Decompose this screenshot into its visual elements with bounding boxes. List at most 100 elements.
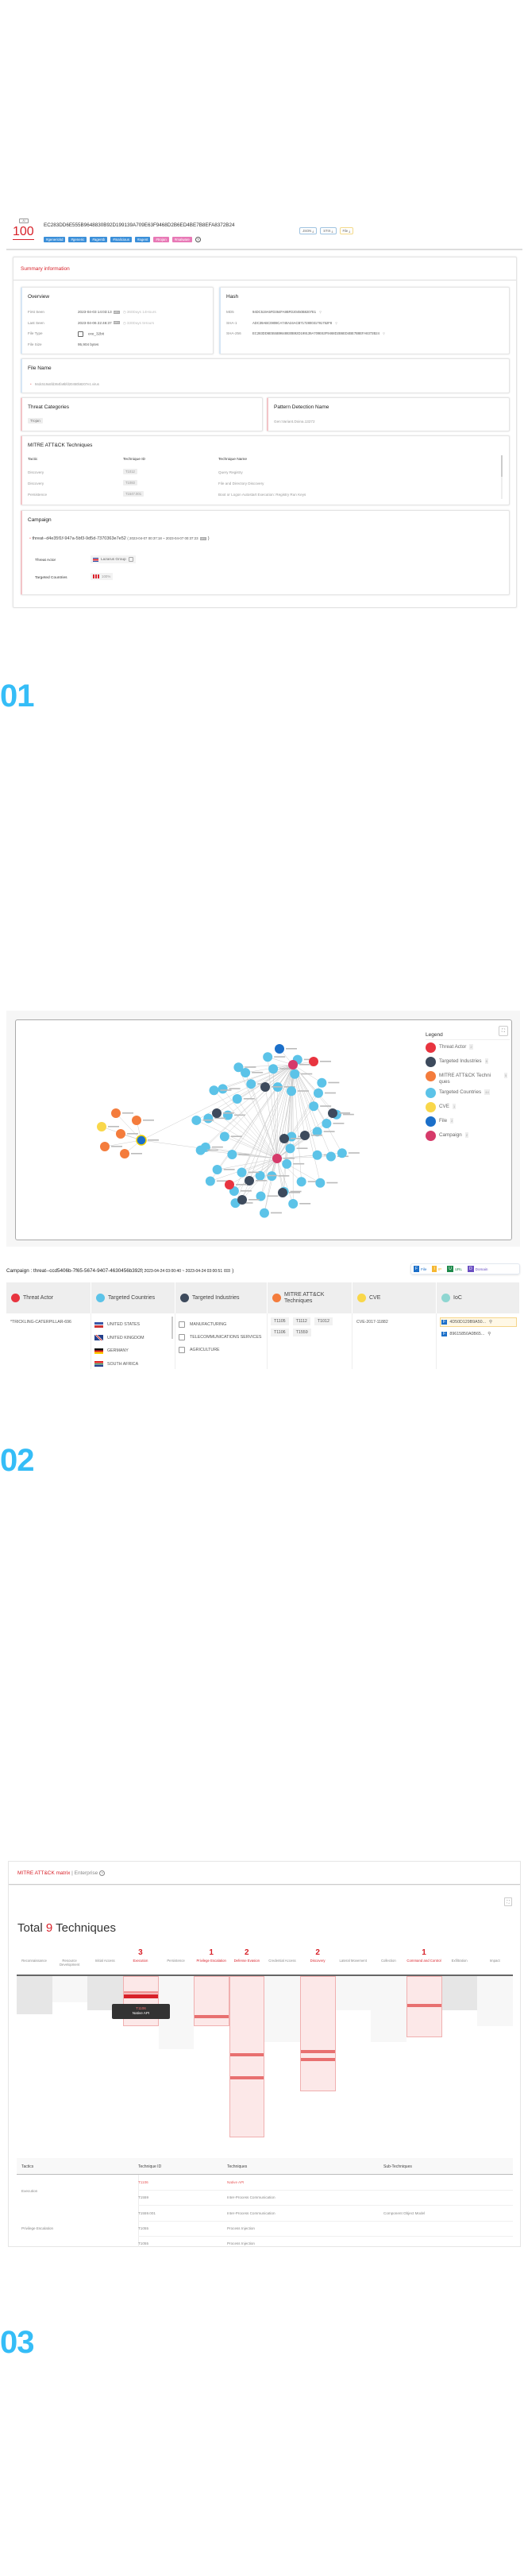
table-id[interactable]: T1055 [138, 2241, 148, 2245]
tag-chip[interactable]: #generic [68, 237, 87, 242]
search-icon[interactable]: ⚲ [487, 1332, 491, 1336]
industry-node[interactable] [300, 1131, 310, 1140]
tactic-column[interactable] [52, 1976, 88, 2002]
country-node[interactable] [337, 1148, 347, 1158]
scrollbar[interactable] [501, 455, 503, 499]
country-node[interactable] [246, 1079, 256, 1089]
country-node[interactable] [282, 1158, 292, 1169]
tactic-label[interactable]: Command and Control [406, 1959, 441, 1963]
country-node[interactable] [317, 1077, 327, 1088]
legend-item[interactable]: Campaign 2 [426, 1131, 511, 1141]
mitre-technique-node[interactable] [111, 1108, 121, 1118]
user-search-icon[interactable] [128, 557, 133, 562]
tactic-label[interactable]: Exfiltration [442, 1959, 477, 1963]
search-icon[interactable]: ⚲ [489, 1320, 492, 1325]
ioc-type-label[interactable]: URL [455, 1267, 462, 1271]
table-id[interactable]: T1559.001 [138, 2211, 156, 2215]
threat-actor-node[interactable] [225, 1180, 234, 1189]
country-node[interactable] [263, 1052, 273, 1062]
legend-item[interactable]: CVE 1 [426, 1102, 511, 1112]
table-id[interactable]: T1106 [138, 2180, 148, 2184]
expand-icon[interactable]: ⛶ [504, 1897, 512, 1906]
campaign-node[interactable] [288, 1060, 298, 1069]
industry-node[interactable] [328, 1108, 337, 1118]
technique-chip[interactable]: T1012 [314, 1317, 333, 1325]
tag-chip[interactable]: #agent [134, 237, 151, 242]
country-node[interactable] [285, 1143, 295, 1154]
industry-item[interactable]: AGRICULTURE [179, 1344, 264, 1356]
download-json-button[interactable]: JSON ⤓ [299, 227, 318, 234]
tag-chip[interactable]: #generickd [44, 237, 66, 242]
industry-node[interactable] [237, 1195, 247, 1205]
legend-item[interactable]: Threat Actor 2 [426, 1042, 511, 1053]
tactic-column[interactable] [441, 1976, 478, 2010]
tactic-label[interactable]: Resource Development [52, 1959, 87, 1967]
legend-item[interactable]: Targeted Industries 8 [426, 1057, 511, 1067]
country-node[interactable] [312, 1150, 322, 1160]
country-node[interactable] [287, 1086, 297, 1097]
country-node[interactable] [315, 1178, 326, 1188]
country-node[interactable] [191, 1115, 202, 1125]
file-node[interactable] [136, 1135, 147, 1146]
tactic-label[interactable]: Credential Access [264, 1959, 299, 1963]
table-id[interactable]: T1559 [138, 2195, 148, 2199]
technique-chip[interactable]: T1559 [292, 1329, 311, 1336]
tag-chip[interactable]: #trojan [153, 237, 169, 242]
country-node[interactable] [195, 1145, 206, 1155]
table-name[interactable]: Native API [227, 2180, 244, 2184]
tactic-label[interactable]: Execution [123, 1959, 158, 1963]
industry-item[interactable]: MANUFACTURING [179, 1318, 264, 1331]
ioc-item[interactable]: F 4D50D129B9A50... ⚲ [440, 1317, 517, 1327]
table-name[interactable]: Process Injection [227, 2226, 255, 2230]
country-node[interactable] [322, 1119, 332, 1129]
tactic-label[interactable]: Initial Access [87, 1959, 122, 1963]
tactic-label[interactable]: Persistence [159, 1959, 194, 1963]
tactic-label[interactable]: Reconnaissance [17, 1959, 52, 1963]
technique-cell[interactable] [123, 1994, 158, 1998]
industry-node[interactable] [260, 1082, 270, 1092]
country-item[interactable]: UNITED KINGDOM [94, 1332, 171, 1345]
cve-value[interactable]: CVE-2017-11882 [356, 1320, 388, 1325]
tactic-column[interactable] [194, 1976, 229, 2026]
technique-cell[interactable] [123, 1991, 158, 1994]
industry-node[interactable] [278, 1188, 287, 1197]
country-node[interactable] [205, 1176, 215, 1186]
country-node[interactable] [268, 1064, 279, 1074]
mitre-technique-id[interactable]: T1083 [123, 480, 137, 486]
table-name[interactable]: Inter-Process Communication [227, 2195, 275, 2199]
file-node[interactable] [275, 1044, 284, 1054]
country-node[interactable] [296, 1177, 306, 1187]
table-name[interactable]: Inter-Process Communication [227, 2211, 275, 2215]
country-node[interactable] [288, 1198, 299, 1209]
tactic-label[interactable]: Impact [477, 1959, 512, 1963]
ioc-type-label[interactable]: Domain [476, 1267, 488, 1271]
ioc-item[interactable]: F 89615850A0B65... ⚲ [440, 1329, 517, 1339]
legend-item[interactable]: File 2 [426, 1116, 511, 1127]
campaign-node[interactable] [272, 1154, 282, 1163]
tactic-label[interactable]: Lateral Movement [336, 1959, 371, 1963]
country-node[interactable] [313, 1088, 323, 1098]
country-node[interactable] [203, 1113, 214, 1124]
mitre-technique-node[interactable] [132, 1116, 141, 1125]
legend-item[interactable]: Targeted Countries 44 [426, 1088, 511, 1098]
search-icon[interactable]: ⚲ [335, 321, 337, 325]
question-circle-icon[interactable]: ? [195, 237, 201, 242]
technique-chip[interactable]: T1106 [271, 1329, 289, 1336]
scrollbar[interactable] [171, 1317, 173, 1339]
mitre-technique-id[interactable]: T1547.001 [123, 491, 144, 497]
country-item[interactable]: SOUTH AFRICA [94, 1358, 171, 1371]
mitre-technique-node[interactable] [100, 1142, 110, 1151]
ioc-type-label[interactable]: File [421, 1267, 426, 1271]
threat-actor-value[interactable]: *TRICKLING-CATERPILLAR-696 [10, 1320, 71, 1325]
tactic-column[interactable] [300, 1976, 336, 2091]
country-node[interactable] [219, 1131, 229, 1142]
table-name[interactable]: Process Injection [227, 2241, 255, 2245]
mitre-technique-node[interactable] [116, 1129, 125, 1139]
country-node[interactable] [227, 1149, 237, 1159]
threat-actor-chip[interactable]: Lazarus Group [91, 555, 136, 563]
tactic-label[interactable]: Collection [371, 1959, 406, 1963]
technique-cell[interactable] [301, 2050, 335, 2053]
mitre-technique-id[interactable]: T1012 [123, 469, 137, 474]
technique-cell[interactable] [301, 2058, 335, 2061]
industry-node[interactable] [279, 1134, 289, 1143]
